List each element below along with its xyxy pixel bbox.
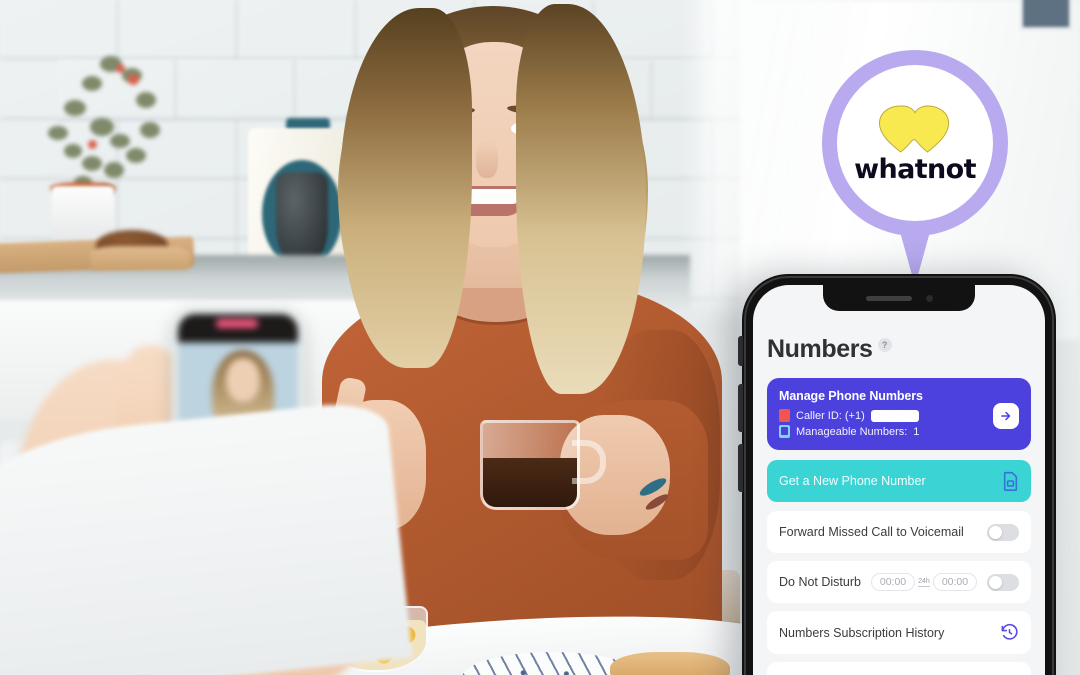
pin-inner-white: whatnot	[837, 65, 993, 221]
whatnot-logo-pin: whatnot	[822, 50, 1008, 286]
rec-indicator	[216, 319, 258, 328]
history-clock-icon	[1000, 623, 1019, 642]
caller-id-redaction	[871, 410, 919, 422]
mute-switch[interactable]	[738, 336, 743, 366]
hair-front-right	[516, 4, 646, 394]
coffee-liquid	[483, 458, 577, 507]
manage-card-title: Manage Phone Numbers	[779, 389, 923, 403]
device-notch	[823, 285, 975, 311]
nose	[476, 140, 498, 178]
do-not-disturb-time-range: 00:00 24h 00:00	[870, 573, 978, 591]
do-not-disturb-label: Do Not Disturb	[779, 575, 861, 589]
manageable-label: Manageable Numbers:	[796, 425, 908, 438]
manage-phone-numbers-card[interactable]: Manage Phone Numbers Caller ID: (+1) 248…	[767, 378, 1031, 450]
potted-plant-foliage	[34, 30, 164, 197]
app-screen: Numbers ? Manage Phone Numbers Caller ID…	[753, 285, 1045, 675]
manageable-numbers-line: Manageable Numbers: 1	[779, 425, 923, 438]
table-foreground-surface	[0, 398, 413, 675]
volume-up-button[interactable]	[738, 384, 743, 432]
volume-down-button[interactable]	[738, 444, 743, 492]
arrow-right-icon	[1001, 411, 1011, 421]
get-new-phone-number-label: Get a New Phone Number	[779, 474, 926, 488]
front-camera-icon	[925, 294, 933, 302]
help-icon[interactable]: ?	[877, 338, 892, 352]
speaker-grille-icon	[865, 295, 912, 301]
pastry	[610, 652, 730, 675]
page-title: Numbers	[767, 335, 873, 363]
sim-card-icon	[1003, 471, 1018, 491]
numbers-subscription-history-label: Numbers Subscription History	[779, 625, 945, 640]
dnd-end-time-input[interactable]: 00:00	[932, 573, 978, 591]
forward-missed-call-row[interactable]: Forward Missed Call to Voicemail	[767, 511, 1031, 553]
do-not-disturb-row[interactable]: Do Not Disturb 00:00 24h 00:00	[767, 561, 1031, 603]
recorded-subject-face	[226, 358, 260, 402]
double-heart-w-icon	[878, 104, 950, 153]
caller-id-line: Caller ID: (+1) 2488	[779, 409, 923, 422]
screen-content: Numbers ? Manage Phone Numbers Caller ID…	[753, 285, 1045, 675]
manage-card-text: Manage Phone Numbers Caller ID: (+1) 248…	[779, 389, 923, 438]
do-not-disturb-toggle[interactable]	[986, 573, 1019, 591]
caller-id-label: Caller ID: (+1)	[796, 409, 865, 422]
manage-card-arrow-button[interactable]	[993, 403, 1019, 429]
manageable-value: 1	[913, 425, 920, 438]
whatnot-wordmark: whatnot	[854, 153, 976, 185]
numbers-subscription-history-row[interactable]: Numbers Subscription History	[767, 611, 1031, 654]
page-header: Numbers ?	[767, 335, 1031, 364]
wooden-tray	[90, 246, 190, 270]
phone-device-mockup: Numbers ? Manage Phone Numbers Caller ID…	[738, 274, 1056, 675]
forward-missed-call-toggle[interactable]	[987, 523, 1019, 541]
glass-coffee-mug	[480, 420, 580, 510]
forward-missed-call-label: Forward Missed Call to Voicemail	[779, 525, 964, 539]
promo-screenshot: whatnot Numbers ? Manage Phone Numbers C…	[0, 0, 1080, 675]
wall-picture-frame	[1020, 0, 1072, 30]
dnd-time-format-label: 24h	[918, 577, 930, 587]
mobile-device-icon	[779, 425, 790, 438]
port-in-phone-number-row[interactable]: Port In My Phone Number	[767, 662, 1031, 675]
caller-id-icon	[779, 409, 790, 422]
dnd-start-time-input[interactable]: 00:00	[870, 573, 916, 591]
get-new-phone-number-row[interactable]: Get a New Phone Number	[767, 460, 1031, 502]
